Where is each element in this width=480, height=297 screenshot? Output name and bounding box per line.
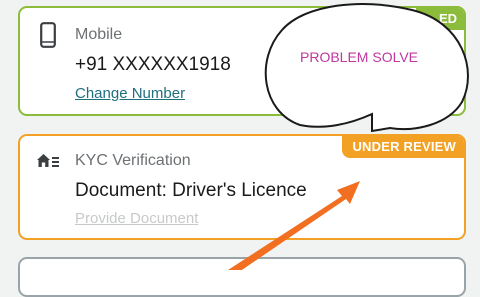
smartphone-icon <box>40 22 56 48</box>
bubble-text: PROBLEM SOLVE <box>300 49 419 65</box>
change-number-link[interactable]: Change Number <box>75 85 185 102</box>
provide-document-link[interactable]: Provide Document <box>75 210 198 227</box>
mobile-label: Mobile <box>75 26 123 43</box>
next-card <box>18 257 466 297</box>
kyc-label: KYC Verification <box>75 152 191 169</box>
home-list-icon <box>37 154 59 167</box>
mobile-number: +91 XXXXXX1918 <box>75 54 231 75</box>
status-badge-verified: ED <box>416 8 464 30</box>
kyc-document: Document: Driver's Licence <box>75 180 307 201</box>
status-badge-under-review: UNDER REVIEW <box>342 136 464 158</box>
kyc-card: KYC Verification Document: Driver's Lice… <box>18 134 466 240</box>
